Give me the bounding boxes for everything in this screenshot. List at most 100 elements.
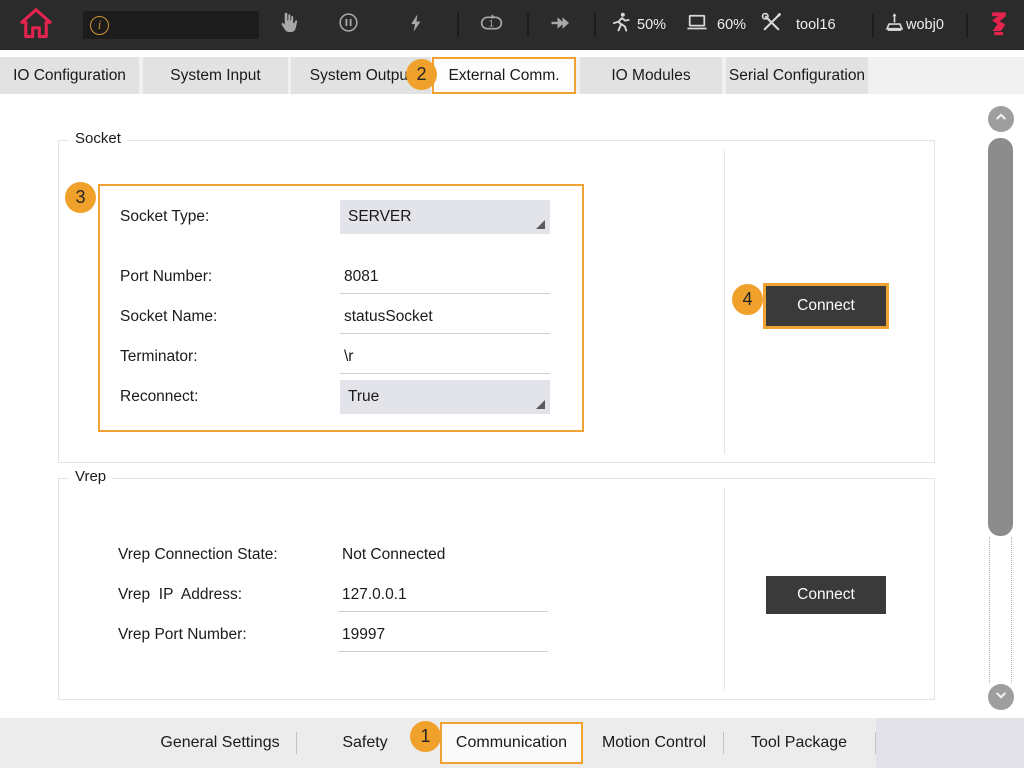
bottom-separator bbox=[723, 732, 724, 754]
power-button[interactable] bbox=[405, 0, 427, 50]
run-mode-button[interactable]: 1 bbox=[478, 0, 505, 50]
info-icon: i bbox=[90, 16, 109, 35]
pause-button[interactable] bbox=[337, 0, 360, 50]
home-icon bbox=[18, 5, 54, 46]
wobj-indicator[interactable] bbox=[882, 0, 907, 50]
wobj-name: wobj0 bbox=[906, 0, 944, 50]
terminator-value: \r bbox=[344, 348, 353, 366]
socket-name-label: Socket Name: bbox=[120, 300, 217, 334]
bottom-separator bbox=[875, 732, 876, 754]
screen-brightness-indicator[interactable] bbox=[683, 0, 711, 50]
socket-legend: Socket bbox=[69, 130, 127, 147]
nav-general-settings[interactable]: General Settings bbox=[160, 718, 279, 768]
scroll-up-button[interactable] bbox=[988, 106, 1014, 132]
nav-label: Communication bbox=[456, 734, 567, 752]
annotation-badge-2: 2 bbox=[406, 59, 437, 90]
message-box[interactable]: i bbox=[83, 11, 259, 39]
dropdown-arrow-icon bbox=[536, 400, 545, 409]
connect-button-label: Connect bbox=[797, 297, 855, 315]
screen-icon bbox=[683, 10, 711, 40]
robot-logo[interactable] bbox=[984, 0, 1014, 50]
nav-label: Tool Package bbox=[751, 734, 847, 751]
connect-button-label: Connect bbox=[797, 586, 855, 604]
socket-connect-button[interactable]: Connect bbox=[766, 286, 886, 326]
bottom-nav-bar: General Settings Safety Communication Mo… bbox=[0, 718, 1024, 768]
annotation-badge-3: 3 bbox=[65, 182, 96, 213]
vrep-connect-button[interactable]: Connect bbox=[766, 576, 886, 614]
badge-number: 4 bbox=[742, 289, 752, 310]
tools-icon bbox=[759, 10, 784, 40]
vrep-port-row: Vrep Port Number: 19997 bbox=[59, 618, 934, 652]
socket-section: Socket Socket Type: SERVER Port Number: … bbox=[58, 140, 935, 463]
tool-indicator[interactable] bbox=[759, 0, 784, 50]
terminator-input[interactable]: \r bbox=[340, 340, 550, 374]
nav-label: Safety bbox=[342, 734, 387, 751]
home-button[interactable] bbox=[18, 0, 54, 50]
tab-io-modules[interactable]: IO Modules bbox=[580, 57, 722, 94]
badge-number: 3 bbox=[75, 187, 85, 208]
nav-label: Motion Control bbox=[602, 734, 706, 751]
top-status-bar: i 1 bbox=[0, 0, 1024, 50]
terminator-label: Terminator: bbox=[120, 340, 198, 374]
tab-label: System Input bbox=[170, 67, 260, 85]
vrep-legend: Vrep bbox=[69, 468, 112, 485]
scroll-thumb[interactable] bbox=[988, 138, 1013, 536]
topbar-separator bbox=[527, 13, 529, 37]
nav-tool-package[interactable]: Tool Package bbox=[751, 718, 847, 768]
port-number-input[interactable]: 8081 bbox=[340, 260, 550, 294]
tab-external-comm[interactable]: External Comm. bbox=[432, 57, 576, 94]
badge-number: 2 bbox=[416, 64, 426, 85]
hand-icon bbox=[276, 10, 301, 40]
vrep-ip-value: 127.0.0.1 bbox=[342, 586, 407, 604]
io-tab-bar: IO Configuration System Input System Out… bbox=[0, 57, 1024, 94]
vrep-state-value-wrap: Not Connected bbox=[338, 538, 548, 572]
speed-percent: 50% bbox=[637, 0, 666, 50]
socket-type-dropdown[interactable]: SERVER bbox=[340, 200, 550, 234]
scroll-down-button[interactable] bbox=[988, 684, 1014, 710]
socket-name-input[interactable]: statusSocket bbox=[340, 300, 550, 334]
socket-form-group: Socket Type: SERVER Port Number: 8081 So… bbox=[98, 184, 584, 432]
nav-label: General Settings bbox=[160, 734, 279, 751]
socket-type-value: SERVER bbox=[348, 208, 411, 226]
speed-indicator[interactable] bbox=[609, 0, 633, 50]
reconnect-value: True bbox=[348, 388, 379, 406]
vrep-port-input[interactable]: 19997 bbox=[338, 618, 548, 652]
topbar-separator bbox=[872, 13, 874, 37]
topbar-separator bbox=[594, 13, 596, 37]
reconnect-dropdown[interactable]: True bbox=[340, 380, 550, 414]
tab-label: External Comm. bbox=[448, 67, 559, 85]
annotation-badge-1: 1 bbox=[410, 721, 441, 752]
step-mode-button[interactable] bbox=[547, 0, 573, 50]
tab-io-configuration[interactable]: IO Configuration bbox=[0, 57, 139, 94]
reconnect-row: Reconnect: True bbox=[100, 380, 582, 414]
terminator-row: Terminator: \r bbox=[100, 340, 582, 374]
vrep-section: Vrep Vrep Connection State: Not Connecte… bbox=[58, 478, 935, 700]
tab-label: IO Configuration bbox=[13, 67, 126, 85]
socket-name-value: statusSocket bbox=[344, 308, 433, 326]
tab-system-input[interactable]: System Input bbox=[143, 57, 288, 94]
pendant-screen: i 1 bbox=[0, 0, 1024, 768]
nav-communication[interactable]: Communication bbox=[440, 722, 583, 764]
fast-forward-icon bbox=[547, 11, 573, 40]
vrep-state-row: Vrep Connection State: Not Connected bbox=[59, 538, 934, 572]
scroll-track[interactable] bbox=[989, 537, 1012, 683]
tool-name: tool16 bbox=[796, 0, 836, 50]
reconnect-label: Reconnect: bbox=[120, 380, 198, 414]
topbar-separator bbox=[966, 13, 968, 37]
vrep-ip-label: Vrep IP Address: bbox=[118, 578, 242, 612]
vrep-state-value: Not Connected bbox=[342, 546, 445, 564]
nav-safety[interactable]: Safety bbox=[342, 718, 387, 768]
badge-number: 1 bbox=[420, 726, 430, 747]
tab-label: System Output bbox=[310, 67, 413, 85]
tab-serial-configuration[interactable]: Serial Configuration bbox=[726, 57, 868, 94]
running-man-icon bbox=[609, 10, 633, 40]
loop-once-icon: 1 bbox=[478, 10, 505, 40]
socket-type-row: Socket Type: SERVER bbox=[100, 200, 582, 234]
annotation-badge-4: 4 bbox=[732, 284, 763, 315]
bottom-bar-right-section bbox=[876, 718, 1024, 768]
chevron-up-icon bbox=[992, 108, 1010, 131]
hand-guide-button[interactable] bbox=[276, 0, 301, 50]
port-number-label: Port Number: bbox=[120, 260, 212, 294]
vrep-ip-input[interactable]: 127.0.0.1 bbox=[338, 578, 548, 612]
nav-motion-control[interactable]: Motion Control bbox=[602, 718, 706, 768]
